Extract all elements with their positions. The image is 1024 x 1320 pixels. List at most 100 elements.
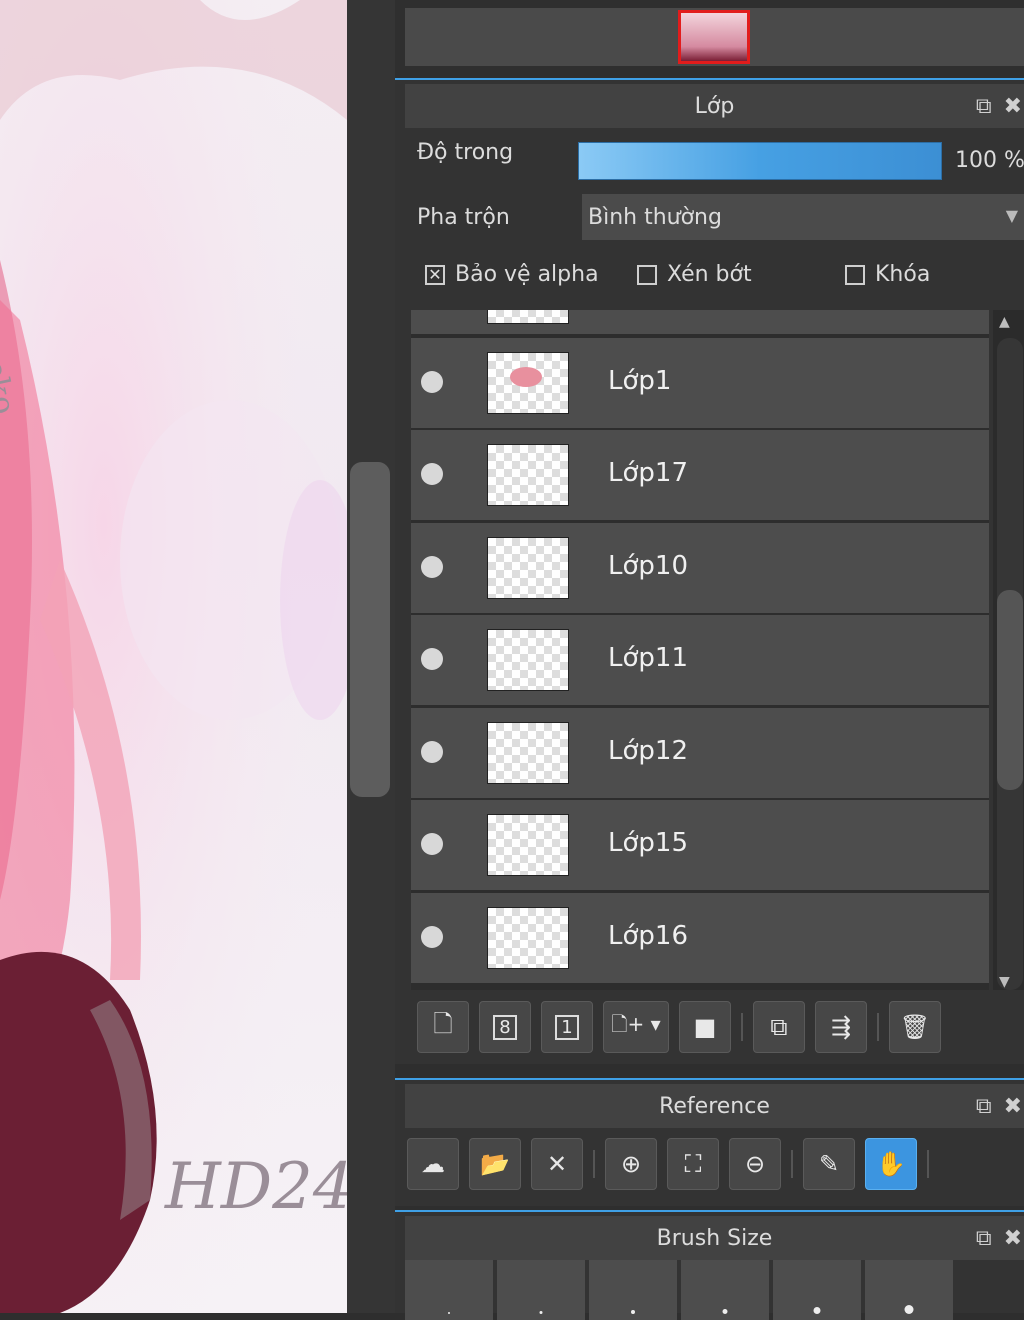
brush-size-cell[interactable] xyxy=(681,1260,769,1320)
opacity-slider[interactable] xyxy=(578,142,942,180)
navigator-thumbnail[interactable] xyxy=(678,10,750,64)
checkbox-checked-icon[interactable]: ✕ xyxy=(425,264,445,285)
new-1bit-layer-icon: 1 xyxy=(555,1014,579,1040)
close-reference-button[interactable]: ✕ xyxy=(531,1138,583,1190)
brush-size-cell[interactable] xyxy=(497,1260,585,1320)
checkbox-label: Bảo vệ alpha xyxy=(455,262,599,287)
upload-button[interactable]: ☁ xyxy=(407,1138,459,1190)
zoom-in-button[interactable]: ⊕ xyxy=(605,1138,657,1190)
hand-tool-button[interactable]: ✋ xyxy=(865,1138,917,1190)
brush-size-cell[interactable] xyxy=(405,1260,493,1320)
eyedropper-icon: ✎ xyxy=(818,1150,840,1178)
reference-toolbar: ☁ 📂 ✕ ⊕ ⛶ ⊖ ✎ ✋ xyxy=(407,1136,1024,1192)
add-layer-menu-button[interactable]: 🗋+ ▾ xyxy=(603,1001,669,1053)
add-layer-menu-icon: 🗋+ ▾ xyxy=(611,1012,661,1036)
duplicate-layer-button[interactable]: ⧉ xyxy=(753,1001,805,1053)
artwork xyxy=(0,0,347,1313)
hand-icon: ✋ xyxy=(876,1150,906,1178)
scroll-down-icon[interactable]: ▼ xyxy=(999,974,1010,990)
close-panel-icon[interactable]: ✖ xyxy=(1004,1226,1022,1251)
checkbox-clipping[interactable]: Xén bớt xyxy=(637,262,752,287)
checkbox-label: Xén bớt xyxy=(667,262,752,287)
fit-button[interactable]: ⛶ xyxy=(667,1138,719,1190)
new-layer-button[interactable]: 🗋 xyxy=(417,1001,469,1053)
reference-panel: Reference ⧉ ✖ ☁ 📂 ✕ ⊕ ⛶ ⊖ ✎ ✋ xyxy=(395,1078,1024,1206)
new-8bit-layer-button[interactable]: 8 xyxy=(479,1001,531,1053)
checkbox-unchecked-icon[interactable] xyxy=(637,264,657,285)
toolbar-separator xyxy=(741,1013,743,1041)
layer-list: Lớp1 Lớp17 Lớp10 Lớp11 Lớp12 Lớp15 Lớp16 xyxy=(411,310,989,990)
merge-layer-button[interactable]: ⇶ xyxy=(815,1001,867,1053)
reference-panel-header: Reference ⧉ ✖ xyxy=(405,1084,1024,1128)
scroll-up-icon[interactable]: ▲ xyxy=(999,314,1010,330)
new-1bit-layer-button[interactable]: 1 xyxy=(541,1001,593,1053)
blend-mode-value: Bình thường xyxy=(588,204,722,230)
visibility-icon[interactable] xyxy=(421,463,443,485)
visibility-icon[interactable] xyxy=(421,556,443,578)
brush-size-cell[interactable] xyxy=(773,1260,861,1320)
checkbox-unchecked-icon[interactable] xyxy=(845,264,865,285)
checkbox-lock[interactable]: Khóa xyxy=(845,262,930,287)
layer-name: Lớp1 xyxy=(608,366,672,396)
zoom-out-icon: ⊖ xyxy=(744,1150,766,1178)
signature-hd247: HD247 xyxy=(165,1150,347,1224)
visibility-icon[interactable] xyxy=(421,371,443,393)
brush-dot-icon xyxy=(631,1310,635,1314)
panel-accent-border xyxy=(395,1078,1024,1080)
delete-layer-button[interactable]: 🗑 xyxy=(889,1001,941,1053)
brush-dot-icon xyxy=(722,1309,728,1314)
blend-mode-select[interactable]: Bình thường ▼ xyxy=(582,194,1024,240)
layer-row[interactable]: Lớp17 xyxy=(411,430,989,520)
close-panel-icon[interactable]: ✖ xyxy=(1004,94,1022,119)
popout-icon[interactable]: ⧉ xyxy=(976,1226,992,1251)
layer-row[interactable]: Lớp12 xyxy=(411,708,989,798)
layer-list-scrollbar[interactable]: ▲ ▼ xyxy=(993,310,1024,990)
panel-accent-border xyxy=(395,78,1024,80)
layer-row-partial[interactable] xyxy=(411,310,989,334)
popout-icon[interactable]: ⧉ xyxy=(976,1094,992,1119)
layers-panel-header: Lớp ⧉ ✖ xyxy=(405,84,1024,128)
upload-icon: ☁ xyxy=(421,1150,445,1178)
canvas-scroll-thumb[interactable] xyxy=(350,462,390,797)
checkbox-protect-alpha[interactable]: ✕ Bảo vệ alpha xyxy=(425,262,599,287)
open-folder-button[interactable]: 📂 xyxy=(469,1138,521,1190)
layer-name: Lớp15 xyxy=(608,828,688,858)
opacity-value: 100 % xyxy=(955,148,1024,173)
zoom-out-button[interactable]: ⊖ xyxy=(729,1138,781,1190)
layer-row[interactable]: Lớp15 xyxy=(411,800,989,890)
opacity-label: Độ trong xyxy=(417,140,514,165)
layer-name: Lớp10 xyxy=(608,551,688,581)
layer-row[interactable]: Lớp10 xyxy=(411,523,989,613)
layer-row[interactable]: Lớp11 xyxy=(411,615,989,705)
brush-dot-icon xyxy=(448,1312,450,1314)
toolbar-separator xyxy=(877,1013,879,1041)
visibility-icon[interactable] xyxy=(421,741,443,763)
popout-icon[interactable]: ⧉ xyxy=(976,94,992,119)
brush-size-cell[interactable] xyxy=(589,1260,677,1320)
close-panel-icon[interactable]: ✖ xyxy=(1004,1094,1022,1119)
eyedropper-button[interactable]: ✎ xyxy=(803,1138,855,1190)
layers-panel-title: Lớp xyxy=(694,93,735,119)
layer-thumbnail xyxy=(487,814,569,876)
layer-thumbnail xyxy=(487,722,569,784)
layer-thumbnail xyxy=(487,310,569,324)
layer-name: Lớp17 xyxy=(608,458,688,488)
scroll-thumb[interactable] xyxy=(997,590,1023,790)
layer-thumbnail xyxy=(487,352,569,414)
canvas-scrollbar[interactable] xyxy=(347,0,395,1313)
fit-icon: ⛶ xyxy=(684,1150,702,1178)
drawing-canvas[interactable]: Kameko HD247 xyxy=(0,0,347,1313)
layer-thumbnail xyxy=(487,907,569,969)
visibility-icon[interactable] xyxy=(421,833,443,855)
duplicate-icon: ⧉ xyxy=(770,1013,788,1041)
layer-row[interactable]: Lớp1 xyxy=(411,338,989,428)
layer-name: Lớp16 xyxy=(608,921,688,951)
brush-size-cell[interactable] xyxy=(865,1260,953,1320)
visibility-icon[interactable] xyxy=(421,926,443,948)
chevron-down-icon: ▼ xyxy=(1005,206,1018,225)
layer-row[interactable]: Lớp16 xyxy=(411,893,989,983)
layer-thumbnail xyxy=(487,537,569,599)
visibility-icon[interactable] xyxy=(421,648,443,670)
new-folder-button[interactable]: ■ xyxy=(679,1001,731,1053)
brush-size-grid xyxy=(405,1260,1024,1320)
